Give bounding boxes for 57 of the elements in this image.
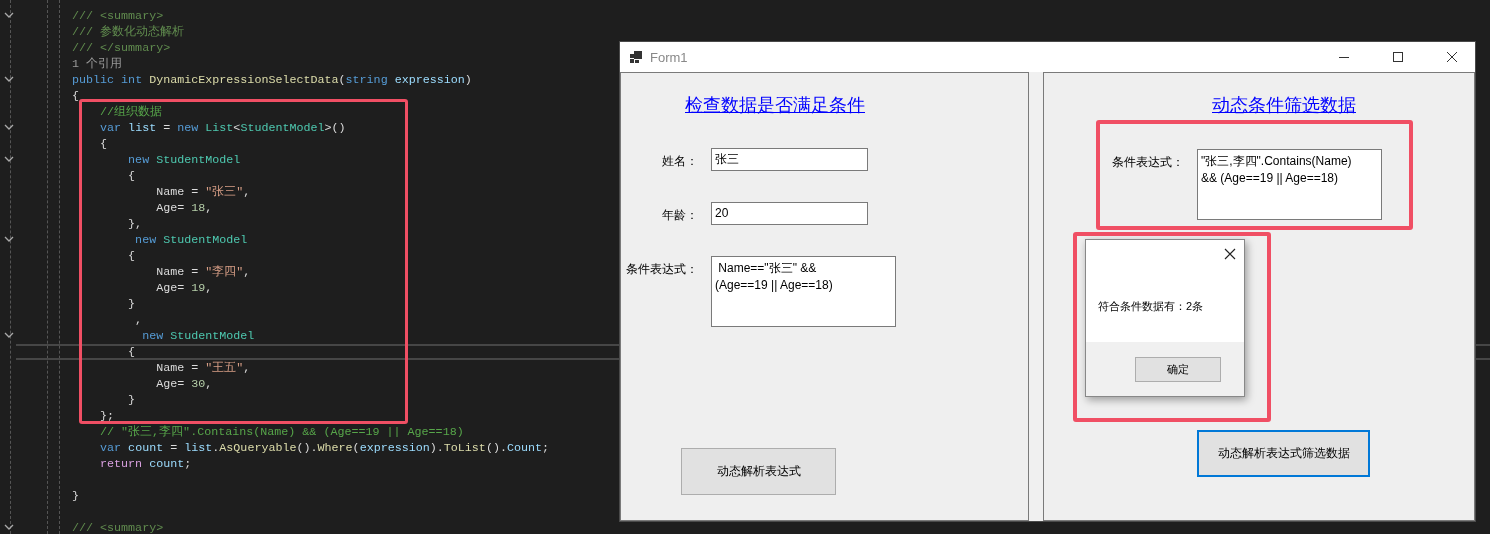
code-line: public int DynamicExpressionSelectData(string expression) (72, 72, 472, 88)
close-icon[interactable] (1446, 51, 1458, 63)
action-button[interactable]: 动态解析表达式 (681, 448, 836, 495)
code-line: var list = new List<StudentModel>() (99, 120, 346, 136)
code-line: var count = list.AsQueryable().Where(expression).ToList().Count; (99, 440, 550, 456)
ok-button[interactable]: 确定 (1135, 356, 1221, 382)
code-line: Age= 19, (155, 280, 213, 296)
window-title: Form1 (650, 49, 689, 65)
code-line: Age= 30, (155, 376, 213, 392)
input-field[interactable]: 张三 (711, 148, 868, 171)
collapse-chevron-icon[interactable] (4, 235, 14, 243)
code-line: } (72, 488, 79, 504)
collapse-chevron-icon[interactable] (4, 523, 14, 531)
code-line: Name = "王五", (155, 360, 251, 376)
code-line: new StudentModel (127, 152, 241, 168)
code-line: new StudentModel (134, 232, 248, 248)
message-text: 符合条件数据有：2条 (1098, 299, 1204, 314)
code-line: , (134, 312, 143, 328)
app-icon (630, 51, 642, 63)
code-line: { (127, 344, 136, 360)
field-label: 姓名： (661, 153, 698, 170)
input-field[interactable]: 20 (711, 202, 868, 225)
code-line: new StudentModel (141, 328, 255, 344)
collapse-chevron-icon[interactable] (4, 75, 14, 83)
code-line: { (99, 136, 108, 152)
code-line: } (127, 392, 136, 408)
code-line: return count; (99, 456, 192, 472)
panel-title-link[interactable]: 检查数据是否满足条件 (685, 93, 865, 117)
action-button[interactable]: 动态解析表达式筛选数据 (1197, 430, 1370, 477)
collapse-chevron-icon[interactable] (4, 11, 14, 19)
close-icon[interactable] (1224, 248, 1236, 260)
collapse-chevron-icon[interactable] (4, 123, 14, 131)
code-line: Name = "张三", (155, 184, 251, 200)
code-line: } (127, 296, 136, 312)
code-line: }, (127, 216, 143, 232)
code-line: /// <summary> (72, 8, 164, 24)
collapse-chevron-icon[interactable] (4, 331, 14, 339)
code-line: //组织数据 (99, 104, 163, 120)
expression-textarea[interactable]: "张三,李四".Contains(Name) && (Age==19 || Age==18) (1197, 149, 1382, 220)
panel-title-link[interactable]: 动态条件筛选数据 (1212, 93, 1356, 117)
field-label: 年龄： (661, 207, 698, 224)
code-line: { (72, 88, 79, 104)
collapse-chevron-icon[interactable] (4, 155, 14, 163)
maximize-icon[interactable] (1392, 51, 1404, 63)
code-line: { (127, 248, 136, 264)
code-line: // "张三,李四".Contains(Name) && (Age==19 || Age==18) (99, 424, 464, 440)
code-line: { (127, 168, 136, 184)
code-line: Name = "李四", (155, 264, 251, 280)
code-line: /// </summary> (72, 40, 171, 56)
code-line: Age= 18, (155, 200, 213, 216)
field-label: 条件表达式： (625, 261, 698, 278)
code-line: }; (99, 408, 115, 424)
code-line: /// 参数化动态解析 (72, 24, 185, 40)
code-line: 1 个引用 (72, 56, 123, 72)
code-line: /// <summary> (72, 520, 164, 534)
field-label: 条件表达式： (1111, 154, 1184, 171)
expression-textarea[interactable]: Name=="张三" && (Age==19 || Age==18) (711, 256, 896, 327)
